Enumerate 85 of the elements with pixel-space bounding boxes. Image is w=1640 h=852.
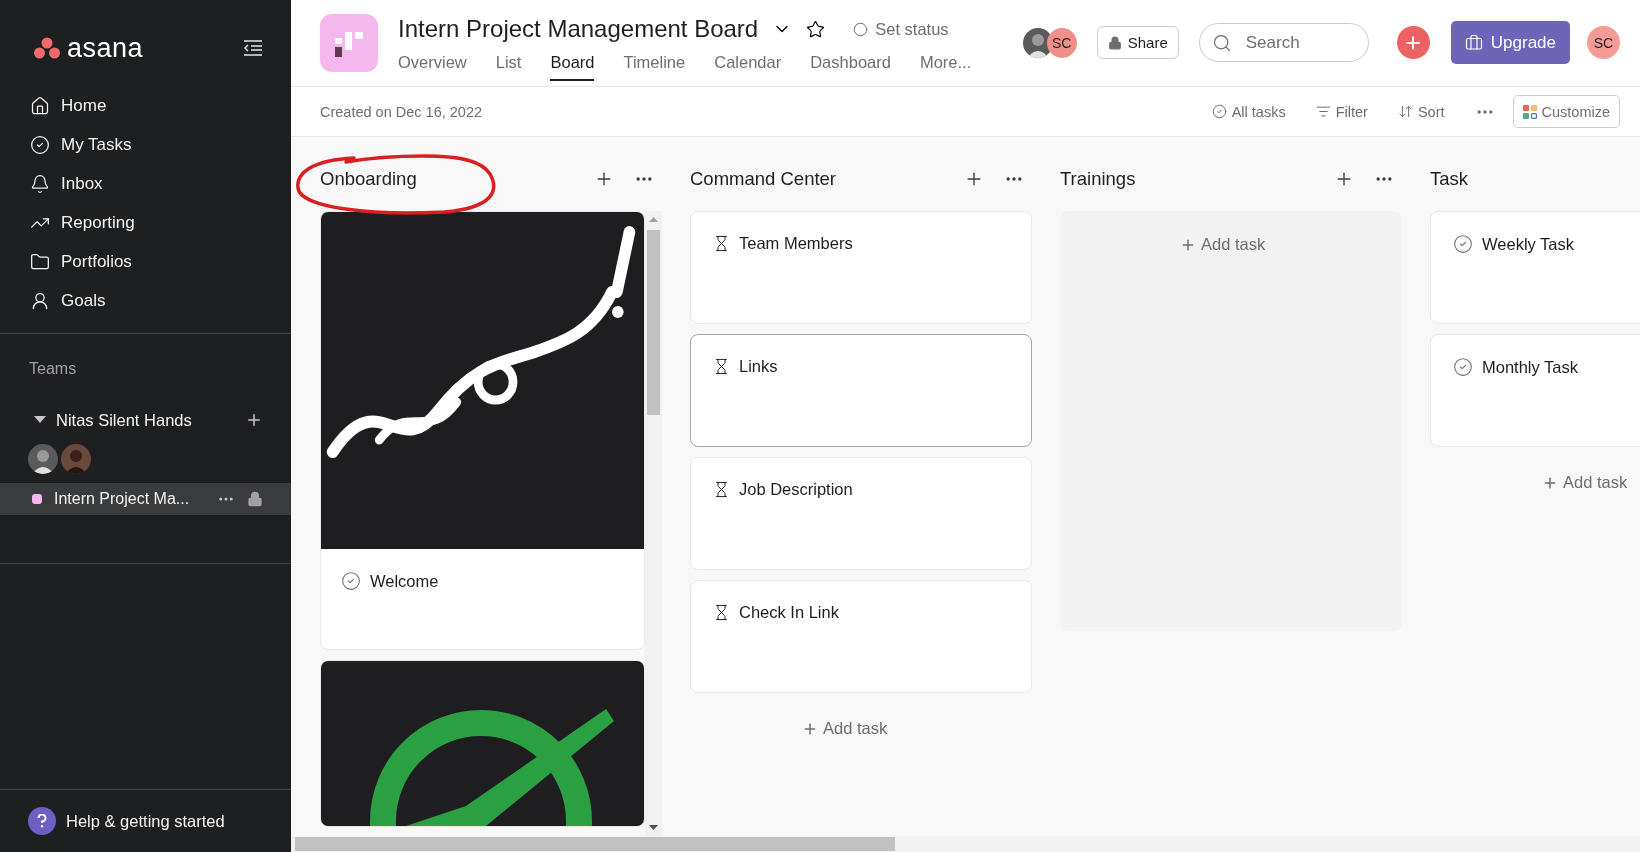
check-circle-icon[interactable]: [1453, 234, 1473, 254]
nav-item[interactable]: My Tasks: [0, 127, 291, 163]
horizontal-scrollbar[interactable]: [291, 836, 1640, 852]
project-name: Intern Project Ma...: [54, 490, 191, 508]
column-title: Task: [1430, 168, 1470, 190]
hourglass-icon: [713, 604, 730, 621]
project-icon: [320, 14, 378, 72]
nav-item[interactable]: Portfolios: [0, 244, 291, 280]
task-card[interactable]: Links: [690, 334, 1032, 447]
task-card[interactable]: Check In Link: [690, 580, 1032, 693]
task-title: Check In Link: [739, 603, 839, 622]
caret-icon[interactable]: [34, 416, 46, 424]
grid-icon: [1522, 104, 1537, 119]
upgrade-button[interactable]: Upgrade: [1450, 21, 1570, 64]
bell-icon: [30, 174, 50, 194]
add-task-button[interactable]: Add task: [1430, 457, 1640, 492]
nav-item[interactable]: Inbox: [0, 166, 291, 202]
sort-icon: [1397, 104, 1413, 119]
section-heading: Teams: [28, 359, 78, 379]
scrollbar-thumb[interactable]: [647, 230, 660, 415]
team-name[interactable]: Nitas Silent Hands: [56, 410, 235, 430]
project-item[interactable]: Intern Project Ma...: [0, 483, 291, 515]
add-task-button[interactable]: Add task: [690, 703, 1032, 738]
nav-item[interactable]: Home: [0, 88, 291, 124]
circle-icon: [853, 21, 869, 37]
help-link[interactable]: Help & getting started: [0, 790, 291, 852]
add-icon[interactable]: [245, 411, 263, 429]
vertical-scrollbar[interactable]: [645, 211, 662, 836]
search-icon: [1211, 32, 1232, 53]
filter-icon: [1315, 104, 1331, 119]
scroll-down-icon[interactable]: [649, 823, 658, 832]
set-status-link[interactable]: Set status: [853, 19, 949, 39]
toolbar-action[interactable]: Filter: [1315, 103, 1368, 120]
tab[interactable]: Dashboard: [810, 53, 891, 81]
tab[interactable]: Timeline: [623, 53, 686, 81]
logo-icon: [31, 36, 63, 60]
hourglass-icon: [713, 481, 730, 498]
column-title: Trainings: [1060, 168, 1137, 190]
project-title: Intern Project Management Board: [398, 15, 759, 43]
task-title: Job Description: [739, 480, 853, 499]
tab[interactable]: List: [495, 53, 522, 81]
help-icon: [28, 807, 56, 835]
search-input[interactable]: Search: [1243, 31, 1344, 54]
nav-item[interactable]: Reporting: [0, 205, 291, 241]
check-circle-icon: [30, 135, 50, 155]
add-button[interactable]: [1396, 26, 1430, 59]
toolbar-action[interactable]: Sort: [1397, 103, 1445, 120]
logo-text: asana: [67, 32, 144, 64]
home-icon: [30, 96, 50, 116]
lock-icon: [247, 491, 263, 507]
check-circle-icon: [1211, 104, 1227, 119]
star-icon[interactable]: [806, 19, 826, 39]
task-title: Weekly Task: [1482, 234, 1574, 254]
task-title: Team Members: [739, 234, 853, 253]
column-title: Command Center: [690, 168, 837, 190]
task-title: Monthly Task: [1482, 357, 1578, 377]
collapse-sidebar-icon[interactable]: [243, 39, 263, 57]
created-date: Created on Dec 16, 2022: [320, 103, 484, 120]
task-card[interactable]: Weekly Task: [1430, 211, 1640, 324]
hourglass-icon: [713, 358, 730, 375]
briefcase-icon: [1464, 33, 1483, 52]
add-task-button[interactable]: Add task: [1060, 211, 1402, 254]
task-title: Links: [739, 357, 778, 376]
member-avatar[interactable]: SC: [1046, 27, 1077, 58]
tab[interactable]: More...: [919, 53, 972, 81]
folder-icon: [30, 252, 50, 272]
customize-button[interactable]: Customize: [1512, 95, 1620, 128]
task-card[interactable]: Monthly Task: [1430, 334, 1640, 447]
lock-icon: [1107, 35, 1122, 50]
person-icon: [30, 291, 50, 311]
task-title: Welcome: [370, 571, 439, 591]
task-card[interactable]: Welcome: [320, 211, 645, 650]
column-title: Onboarding: [320, 168, 418, 190]
check-circle-icon[interactable]: [341, 571, 361, 591]
tab[interactable]: Calendar: [714, 53, 782, 81]
tab[interactable]: Board: [550, 53, 595, 81]
task-card[interactable]: Team Members: [690, 211, 1032, 324]
task-card[interactable]: Job Description: [690, 457, 1032, 570]
check-circle-icon[interactable]: [1453, 357, 1473, 377]
nav-item[interactable]: Goals: [0, 283, 291, 319]
user-avatar[interactable]: SC: [1587, 26, 1620, 59]
tab[interactable]: Overview: [398, 53, 467, 81]
share-button[interactable]: Share: [1096, 26, 1179, 59]
toolbar-action[interactable]: All tasks: [1211, 103, 1286, 120]
hourglass-icon: [713, 235, 730, 252]
